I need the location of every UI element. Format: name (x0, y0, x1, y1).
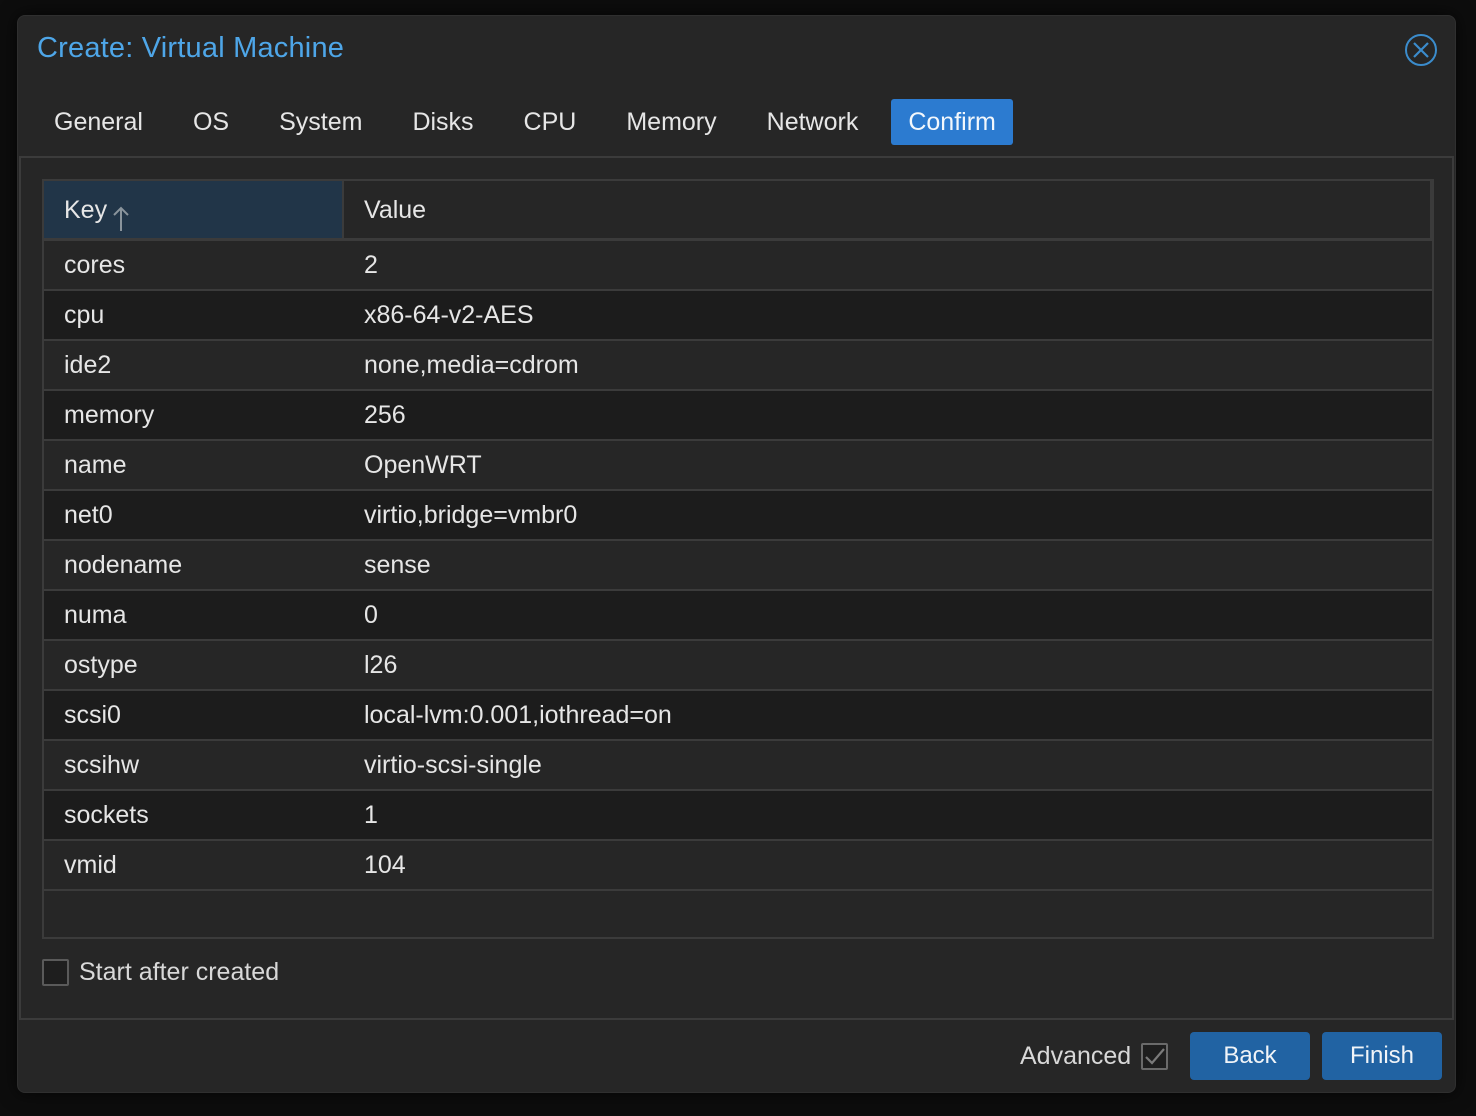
tab-network[interactable]: Network (750, 99, 876, 145)
grid-header: Key Value (44, 181, 1432, 241)
row-key: cpu (64, 301, 105, 329)
confirm-panel: Key Value cores 2 cpu x86-64-v2-AES ide2 no… (19, 156, 1454, 1020)
table-row[interactable]: cpu x86-64-v2-AES (44, 291, 1432, 341)
tab-os[interactable]: OS (176, 99, 246, 145)
column-header-key-label: Key (64, 195, 108, 224)
row-key: name (64, 451, 127, 479)
close-button[interactable] (1405, 34, 1437, 66)
start-after-created-label: Start after created (79, 958, 280, 986)
tab-confirm[interactable]: Confirm (891, 99, 1013, 145)
advanced-checkbox[interactable] (1141, 1043, 1169, 1070)
row-value: x86-64-v2-AES (364, 301, 534, 329)
close-icon (1413, 42, 1429, 58)
table-row[interactable]: net0 virtio,bridge=vmbr0 (44, 491, 1432, 541)
table-row[interactable]: scsi0 local-lvm:0.001,iothread=on (44, 691, 1432, 741)
table-row[interactable]: scsihw virtio-scsi-single (44, 741, 1432, 791)
sort-ascending-icon (113, 196, 129, 231)
row-value: l26 (364, 651, 398, 679)
row-value: virtio-scsi-single (364, 751, 542, 779)
row-key: cores (64, 251, 126, 279)
row-key: net0 (64, 501, 113, 529)
row-key: ostype (64, 651, 138, 679)
row-key: vmid (64, 851, 117, 879)
start-after-created-checkbox[interactable] (42, 959, 69, 986)
table-row[interactable]: sockets 1 (44, 791, 1432, 841)
dialog-title: Create: Virtual Machine (37, 32, 345, 64)
wizard-tabs: General OS System Disks CPU Memory Netwo… (37, 99, 1029, 145)
row-value: 2 (364, 251, 378, 279)
dialog-footer: Advanced Back Finish (18, 1020, 1455, 1092)
table-row[interactable]: memory 256 (44, 391, 1432, 441)
tab-memory[interactable]: Memory (609, 99, 733, 145)
table-row[interactable]: vmid 104 (44, 841, 1432, 891)
table-row[interactable]: nodename sense (44, 541, 1432, 591)
row-key: scsihw (64, 751, 140, 779)
row-value: virtio,bridge=vmbr0 (364, 501, 578, 529)
tab-disks[interactable]: Disks (395, 99, 490, 145)
row-value: 1 (364, 801, 378, 829)
column-header-value[interactable]: Value (344, 181, 1432, 238)
grid-body: cores 2 cpu x86-64-v2-AES ide2 none,media=c… (44, 241, 1432, 891)
summary-grid: Key Value cores 2 cpu x86-64-v2-AES ide2 no… (42, 179, 1434, 939)
checkmark-icon (1145, 1048, 1166, 1065)
row-value: 104 (364, 851, 406, 879)
tab-general[interactable]: General (37, 99, 160, 145)
row-value: 256 (364, 401, 406, 429)
table-row[interactable]: name OpenWRT (44, 441, 1432, 491)
row-key: scsi0 (64, 701, 121, 729)
table-row[interactable]: numa 0 (44, 591, 1432, 641)
row-value: none,media=cdrom (364, 351, 579, 379)
finish-button[interactable]: Finish (1322, 1032, 1442, 1080)
row-value: 0 (364, 601, 378, 629)
back-button[interactable]: Back (1190, 1032, 1310, 1080)
row-key: memory (64, 401, 155, 429)
advanced-option[interactable]: Advanced (1020, 1042, 1169, 1071)
row-key: ide2 (64, 351, 112, 379)
row-key: sockets (64, 801, 149, 829)
row-value: local-lvm:0.001,iothread=on (364, 701, 672, 729)
table-row[interactable]: ostype l26 (44, 641, 1432, 691)
advanced-label: Advanced (1020, 1042, 1132, 1070)
tab-cpu[interactable]: CPU (507, 99, 594, 145)
tab-system[interactable]: System (262, 99, 379, 145)
row-key: numa (64, 601, 127, 629)
row-key: nodename (64, 551, 183, 579)
column-header-key[interactable]: Key (44, 181, 344, 238)
row-value: sense (364, 551, 431, 579)
start-after-created-option[interactable]: Start after created (42, 958, 279, 987)
table-row[interactable]: ide2 none,media=cdrom (44, 341, 1432, 391)
create-vm-dialog: Create: Virtual Machine General OS Syste… (17, 15, 1456, 1093)
table-row[interactable]: cores 2 (44, 241, 1432, 291)
row-value: OpenWRT (364, 451, 482, 479)
